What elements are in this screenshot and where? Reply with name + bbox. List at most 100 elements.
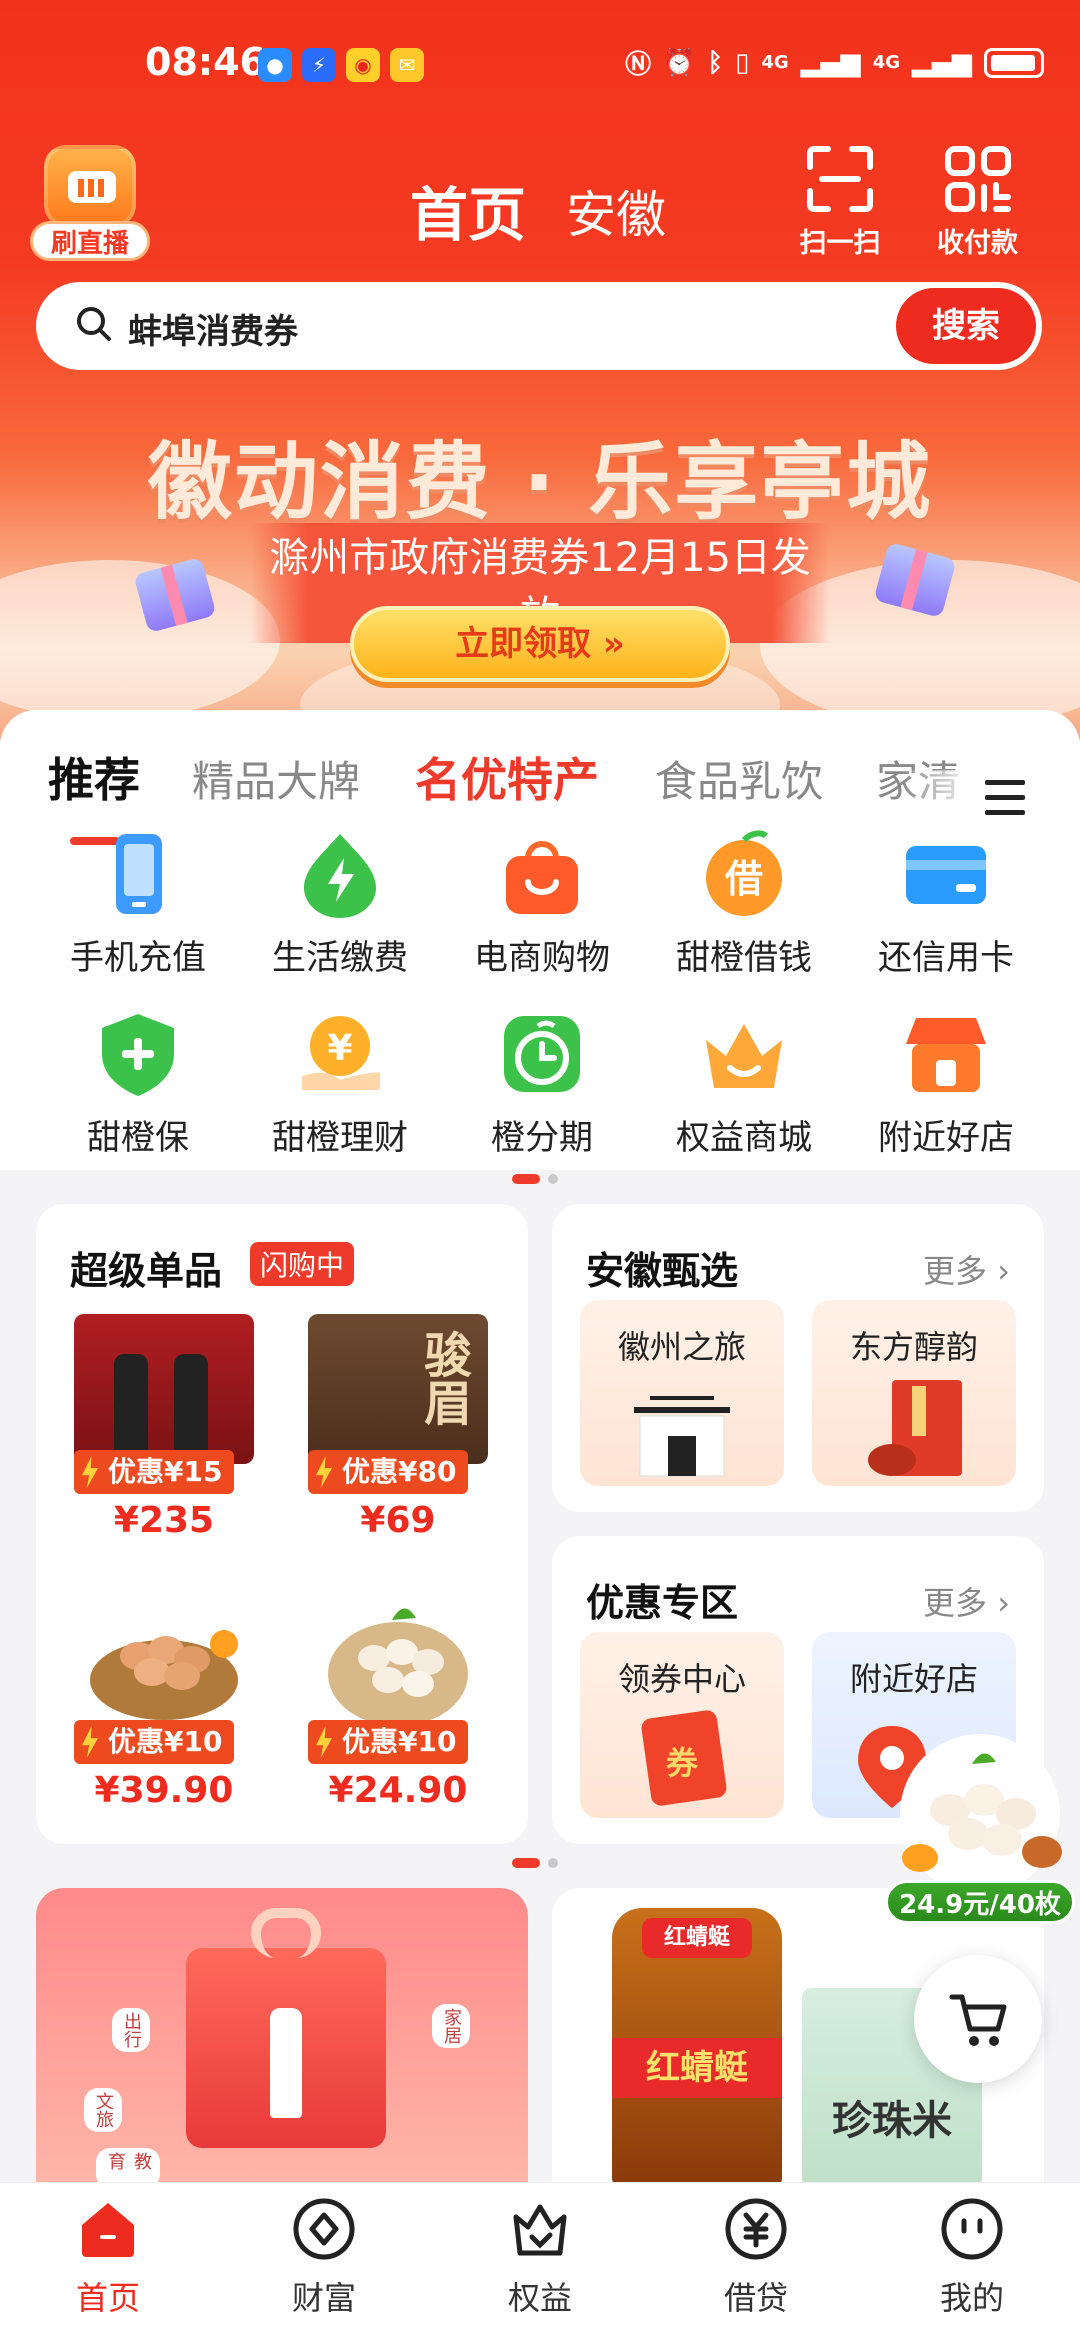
vibrate-icon: ▯ (735, 47, 750, 78)
anhui-more-link[interactable]: 更多 › (923, 1246, 1010, 1292)
wealth-icon (292, 2197, 356, 2261)
category-tag: 文旅 (84, 2088, 122, 2132)
floating-eggs-promo[interactable]: 24.9元/40枚 (880, 1730, 1080, 1930)
search-bar[interactable]: 蚌埠消费券 搜索 (36, 282, 1042, 370)
lifestyle-promo-card[interactable]: 出行 文旅 教育 家居 (36, 1888, 528, 2188)
product-card[interactable]: 优惠¥10 ¥39.90 (64, 1584, 264, 1811)
cart-button[interactable] (914, 1955, 1042, 2083)
coupon-tag: 优惠¥10 (74, 1720, 235, 1764)
network-label-1: 4G (761, 52, 789, 73)
pay-button[interactable]: 收付款 (930, 145, 1025, 260)
quick-insurance[interactable]: 甜橙保 (48, 1010, 228, 1159)
oriental-aroma-tile[interactable]: 东方醇韵 (812, 1300, 1016, 1486)
nfc-icon: Ⓝ (625, 50, 652, 80)
tab-recommend[interactable]: 推荐 (48, 744, 140, 810)
tab-specialty[interactable]: 名优特产 (415, 744, 599, 810)
quick-utility-bills[interactable]: 生活缴费 (250, 830, 430, 979)
product-price: ¥69 (360, 1500, 436, 1541)
flash-sale-badge: 闪购中 (250, 1242, 355, 1286)
search-icon (76, 306, 112, 342)
bluetooth-icon: ᛒ (707, 47, 724, 78)
nav-rights[interactable]: 权益 (470, 2197, 610, 2319)
menu-icon[interactable] (985, 780, 1025, 820)
cart-icon (949, 1994, 1007, 2046)
liquor-giftbox-image (74, 1314, 254, 1464)
chevron-right-icon: › (997, 1252, 1010, 1290)
quick-ecommerce[interactable]: 电商购物 (452, 830, 632, 979)
quick-phone-recharge[interactable]: 手机充值 (48, 830, 228, 979)
eggs-promo-image (900, 1734, 1062, 1894)
product-card[interactable]: 骏眉 优惠¥80 ¥69 (298, 1314, 498, 1541)
quick-borrow[interactable]: 借 甜橙借钱 (654, 830, 834, 979)
eggs-basket-image (74, 1584, 254, 1734)
status-indicators: Ⓝ ⏰ ᛒ ▯ 4G ▂▄▆ 4G ▂▄▆ (625, 44, 1044, 81)
nav-loan[interactable]: 借贷 (686, 2197, 826, 2319)
svg-text:借: 借 (724, 857, 763, 901)
nav-profile[interactable]: 我的 (902, 2197, 1042, 2319)
anhui-select-title: 安徽甄选 (586, 1249, 739, 1293)
credit-card-icon (902, 830, 990, 918)
search-input[interactable]: 蚌埠消费券 (128, 304, 298, 353)
coupon-center-tile[interactable]: 领券中心 券 (580, 1632, 784, 1818)
profile-icon (940, 2197, 1004, 2261)
qr-pay-icon (944, 145, 1012, 213)
live-label: 刷直播 (30, 221, 150, 261)
banner-title: 徽动消费 · 乐享亭城 (147, 433, 933, 531)
tab-premium-brands[interactable]: 精品大牌 (192, 748, 360, 809)
cards-pager (512, 1858, 558, 1868)
claim-now-button[interactable]: 立即领取 » (350, 606, 730, 682)
super-products-card: 超级单品 闪购中 优惠¥15 ¥235 骏眉 优惠¥80 ¥69 优惠¥10 ¥… (36, 1204, 528, 1844)
category-tag: 家居 (432, 2004, 470, 2048)
phone-icon (94, 830, 182, 918)
battery-icon (984, 47, 1044, 78)
signal-icon: ▂▄▆ (800, 47, 861, 78)
discount-more-link[interactable]: 更多 › (923, 1578, 1010, 1624)
orange-clock-icon (498, 1010, 586, 1098)
quick-actions-pager (512, 1174, 558, 1184)
flash-app-icon: ⚡ (302, 48, 336, 82)
quick-credit-card[interactable]: 还信用卡 (856, 830, 1036, 979)
nav-wealth[interactable]: 财富 (254, 2197, 394, 2319)
status-app-icons: ● ⚡ ◉ ✉ (258, 48, 424, 82)
scan-label: 扫一扫 (799, 228, 881, 259)
coupon-tag: 优惠¥80 (308, 1450, 469, 1494)
search-button[interactable]: 搜索 (896, 288, 1036, 364)
search-app-icon: ● (258, 48, 292, 82)
category-tabs: 推荐 精品大牌 名优特产 食品乳饮 家清 (0, 740, 1080, 845)
anhui-select-card: 安徽甄选 更多 › 徽州之旅 东方醇韵 (552, 1204, 1044, 1512)
loan-icon (724, 2197, 788, 2261)
borrow-icon: 借 (700, 830, 788, 918)
eggs-basket-image (308, 1584, 488, 1734)
region-selector[interactable]: 安徽 (566, 175, 666, 247)
store-icon (902, 1010, 990, 1098)
coupon-tag: 优惠¥10 (308, 1720, 469, 1764)
live-stream-button[interactable]: 刷直播 (30, 145, 150, 265)
nav-home[interactable]: 首页 (38, 2197, 178, 2319)
status-time: 08:46 (145, 40, 266, 84)
quick-installment[interactable]: 橙分期 (452, 1010, 632, 1159)
product-price: ¥39.90 (94, 1770, 234, 1811)
signal-icon: ▂▄▆ (912, 47, 972, 78)
quick-wealth[interactable]: ¥ 甜橙理财 (250, 1010, 430, 1159)
scan-icon (806, 145, 874, 213)
network-label-2: 4G (872, 52, 900, 73)
product-card[interactable]: 优惠¥10 ¥24.90 (298, 1584, 498, 1811)
rights-icon (508, 2197, 572, 2261)
liquor-bottle-icon (270, 2008, 302, 2118)
tv-icon (44, 145, 136, 227)
mail-icon: ✉ (390, 48, 424, 82)
shopping-bag-icon (498, 830, 586, 918)
product-price: ¥24.90 (328, 1770, 468, 1811)
tab-food-drinks[interactable]: 食品乳饮 (655, 748, 823, 809)
shield-plus-icon (94, 1010, 182, 1098)
quick-nearby-store[interactable]: 附近好店 (856, 1010, 1036, 1159)
scan-button[interactable]: 扫一扫 (795, 145, 885, 260)
huizhou-travel-tile[interactable]: 徽州之旅 (580, 1300, 784, 1486)
header-section: 08:46 ● ⚡ ◉ ✉ Ⓝ ⏰ ᛒ ▯ 4G ▂▄▆ 4G ▂▄▆ 刷直播 … (0, 0, 1080, 740)
bottom-navigation: 首页 财富 权益 借贷 我的 (0, 2182, 1080, 2340)
product-card[interactable]: 优惠¥15 ¥235 (64, 1314, 264, 1541)
coupon-icon: 券 (641, 1710, 727, 1806)
quick-rights-mall[interactable]: 权益商城 (654, 1010, 834, 1159)
svg-text:券: 券 (666, 1744, 699, 1782)
lightning-icon (296, 830, 384, 918)
